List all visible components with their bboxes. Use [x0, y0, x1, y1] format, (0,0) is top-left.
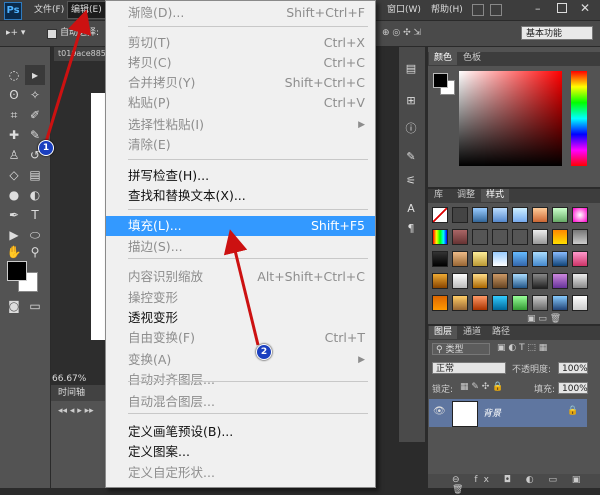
annotation-arrows — [44, 9, 260, 346]
arrow-2 — [223, 229, 260, 346]
arrow-1 — [44, 9, 92, 143]
step-badge-2: 2 — [256, 344, 272, 360]
step-badge-1: 1 — [38, 140, 54, 156]
